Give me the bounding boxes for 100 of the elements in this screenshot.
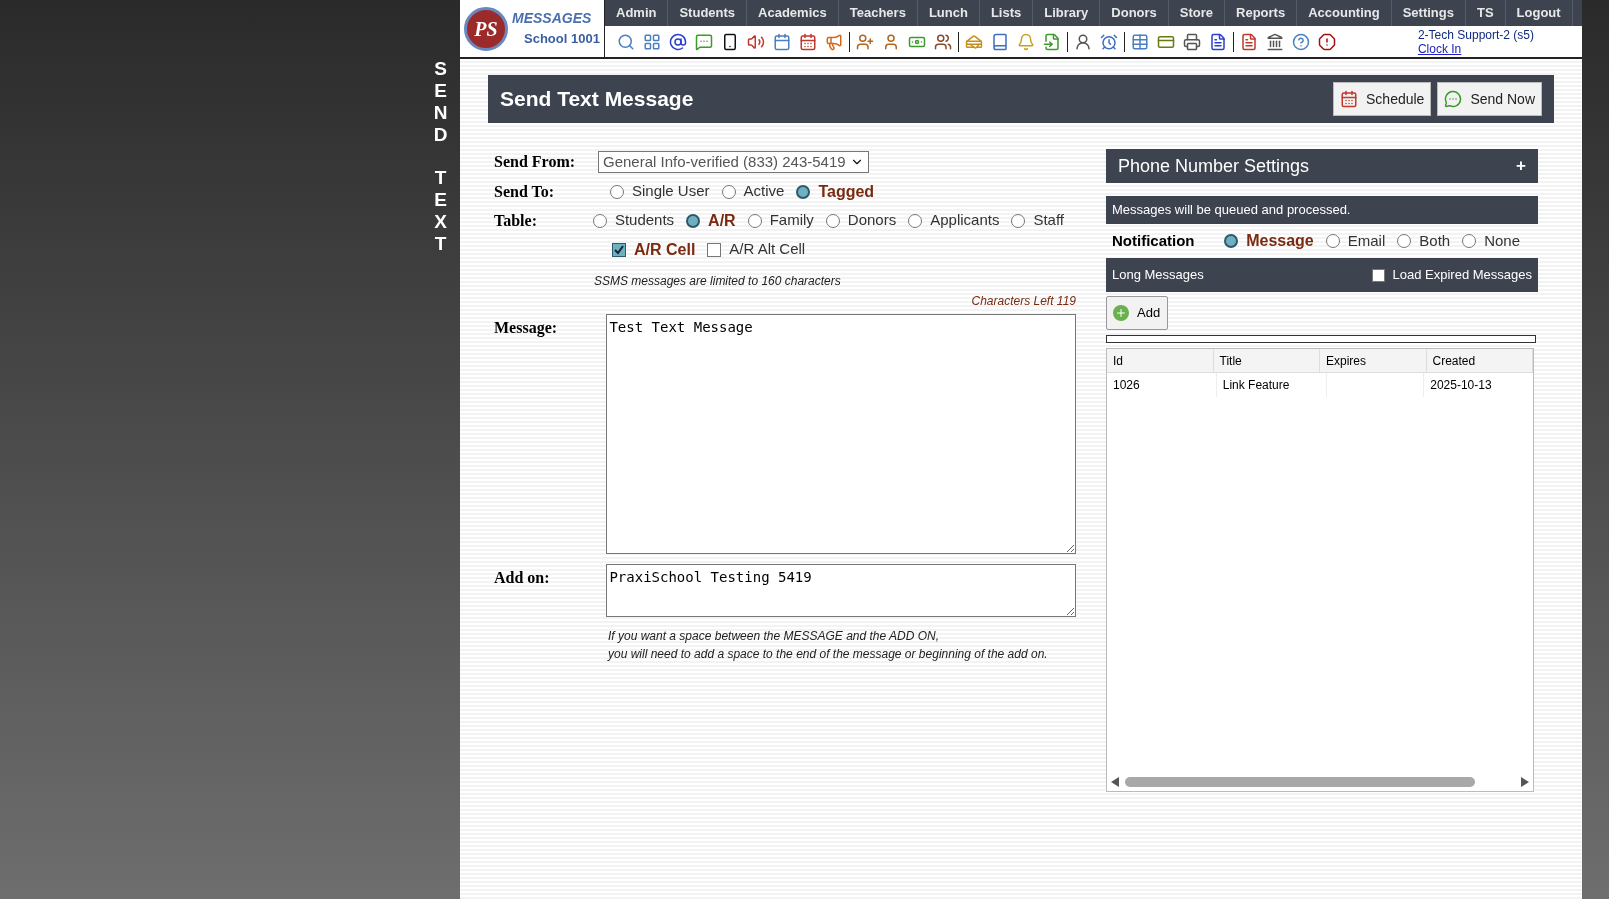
radio-button[interactable] xyxy=(825,213,840,228)
nav-tab[interactable]: Store xyxy=(1168,0,1226,26)
column-header[interactable]: Expires xyxy=(1320,349,1427,372)
alert-icon[interactable] xyxy=(1318,32,1336,51)
users-icon[interactable] xyxy=(934,32,952,51)
radio-button[interactable] xyxy=(686,213,701,228)
document-icon[interactable] xyxy=(1209,32,1227,51)
megaphone-icon[interactable] xyxy=(825,32,843,51)
limit-note: SSMS messages are limited to 160 characters xyxy=(593,273,842,290)
radio-button[interactable] xyxy=(610,184,624,199)
calendar-icon[interactable] xyxy=(799,32,817,51)
radio-label: Message xyxy=(1246,231,1314,251)
nav-tab[interactable]: Settings xyxy=(1391,0,1466,26)
nav-tab[interactable]: Lists xyxy=(979,0,1034,26)
table-icon[interactable] xyxy=(1131,32,1149,51)
settings-header[interactable]: Phone Number Settings + xyxy=(1106,149,1538,183)
radio-label: Family xyxy=(769,210,814,231)
nav-tab[interactable]: Library xyxy=(1033,0,1101,26)
column-header[interactable]: Id xyxy=(1107,349,1214,372)
side-label: SEND TEXT xyxy=(432,58,449,256)
clock-icon[interactable] xyxy=(1100,32,1118,51)
radio-label: Donors xyxy=(847,210,897,231)
speaker-icon[interactable] xyxy=(747,32,765,51)
user-icon[interactable] xyxy=(882,32,900,51)
table-cell-text: 2025-10-13 xyxy=(1429,377,1493,394)
column-header[interactable]: Created xyxy=(1426,349,1533,372)
nav-tab[interactable]: Academics xyxy=(747,0,839,26)
radio-button[interactable] xyxy=(721,184,736,199)
hint-text: If you want a space between the MESSAGE and the ADD ON, xyxy=(608,628,941,645)
checkbox[interactable] xyxy=(612,242,626,257)
message-field[interactable]: Test Text Message xyxy=(606,314,1076,554)
column-header[interactable]: Title xyxy=(1213,349,1320,372)
calendar-icon xyxy=(1340,90,1358,108)
page-title: Send Text Message xyxy=(500,86,695,113)
radio-label: A/R xyxy=(708,210,736,231)
radio-button[interactable] xyxy=(1325,234,1340,248)
radio-label: Students xyxy=(614,210,675,231)
scroll-left-icon[interactable] xyxy=(1111,777,1119,787)
nav-tab[interactable]: Reports xyxy=(1225,0,1298,26)
field-label: Send From: xyxy=(494,152,577,172)
bell-icon[interactable] xyxy=(1017,32,1035,51)
field-label: Add on: xyxy=(494,568,551,588)
field-label: Send To: xyxy=(494,181,556,202)
radio-button[interactable] xyxy=(592,213,607,228)
checkbox[interactable] xyxy=(707,242,722,257)
printer-icon[interactable] xyxy=(1183,32,1201,51)
nav-tab[interactable]: Lunch xyxy=(917,0,980,26)
radio-button[interactable] xyxy=(1224,234,1239,248)
book-icon[interactable] xyxy=(991,32,1009,51)
hint-text: you will need to add a space to the end of the message or beginning of the add on. xyxy=(608,646,1049,663)
radio-button[interactable] xyxy=(1462,234,1477,248)
schedule-button[interactable]: Schedule xyxy=(1333,82,1432,116)
user-add-icon[interactable] xyxy=(856,32,874,51)
checkbox-label: A/R Cell xyxy=(634,239,696,260)
radio-button[interactable] xyxy=(747,213,762,228)
nav-tab[interactable]: Donors xyxy=(1100,0,1169,26)
user-name: 2-Tech Support-2 (s5) xyxy=(1417,27,1534,42)
radio-button[interactable] xyxy=(1011,213,1026,228)
radio-label: None xyxy=(1484,230,1520,251)
nav-tab[interactable]: TS xyxy=(1465,0,1506,26)
nav-tab[interactable]: Logout xyxy=(1505,0,1573,26)
radio-label: Applicants xyxy=(930,210,1000,231)
add-button[interactable]: Add xyxy=(1106,296,1168,330)
person-icon[interactable] xyxy=(1074,32,1092,51)
send-from-select[interactable]: General Info-verified (833) 243-5419 xyxy=(598,151,869,173)
expand-toggle[interactable]: + xyxy=(1516,153,1526,179)
search-icon[interactable] xyxy=(617,32,635,51)
table-cell: Link Feature xyxy=(1216,373,1327,397)
grid-icon[interactable] xyxy=(643,32,661,51)
chat-icon[interactable] xyxy=(695,32,713,51)
radio-button[interactable] xyxy=(908,213,923,228)
scroll-right-icon[interactable] xyxy=(1521,777,1529,787)
import-icon[interactable] xyxy=(1043,32,1061,51)
radio-button[interactable] xyxy=(796,184,811,199)
plus-icon xyxy=(1113,305,1129,321)
nav-tab[interactable]: Accounting xyxy=(1297,0,1392,26)
at-sign-icon[interactable] xyxy=(669,32,687,51)
add-on-field[interactable]: PraxiSchool Testing 5419 xyxy=(606,564,1076,617)
info-bar: Messages will be queued and processed. xyxy=(1106,196,1538,224)
help-icon[interactable] xyxy=(1292,32,1310,51)
calendar-icon[interactable] xyxy=(773,32,791,51)
field-label: Table: xyxy=(494,210,538,231)
checkbox[interactable] xyxy=(1371,268,1385,282)
nav-tab[interactable]: Teachers xyxy=(838,0,918,26)
settings-title: Phone Number Settings xyxy=(1118,154,1310,178)
radio-button[interactable] xyxy=(1397,234,1412,248)
nav-tab[interactable]: Students xyxy=(668,0,748,26)
radio-label: Tagged xyxy=(818,181,875,202)
logo[interactable]: PS MESSAGES School 1001 xyxy=(460,0,605,57)
nav-tab[interactable]: Admin xyxy=(605,0,669,26)
check-icon xyxy=(614,244,624,255)
notification-label: Notification xyxy=(1112,230,1196,251)
pdf-icon[interactable] xyxy=(1240,32,1258,51)
send-now-button[interactable]: Send Now xyxy=(1437,82,1542,116)
phone-icon[interactable] xyxy=(721,32,739,51)
radio-label: Email xyxy=(1347,230,1386,251)
long-messages-title: Long Messages xyxy=(1112,266,1204,285)
clock-in-link[interactable]: Clock In xyxy=(1417,41,1534,56)
radio-label: Staff xyxy=(1033,210,1064,231)
radio-label: Single User xyxy=(632,181,710,202)
